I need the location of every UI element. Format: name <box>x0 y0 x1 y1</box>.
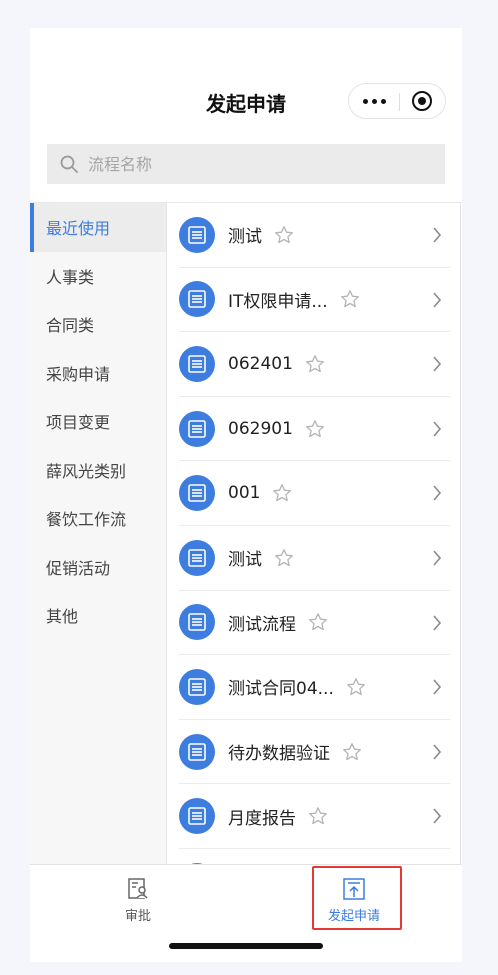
document-list-icon <box>179 216 215 253</box>
search-input[interactable] <box>88 154 408 174</box>
sidebar-item[interactable]: 合同类 <box>30 300 166 349</box>
sidebar-item[interactable]: 采购申请 <box>30 349 166 398</box>
document-list-icon <box>179 539 215 576</box>
document-list-icon <box>179 410 215 447</box>
category-sidebar: 最近使用人事类合同类采购申请项目变更薛风光类别餐饮工作流促销活动其他 <box>30 203 167 865</box>
document-list-icon <box>179 345 215 382</box>
approve-icon <box>128 878 148 899</box>
chevron-right-icon <box>433 679 442 695</box>
search-bar[interactable] <box>47 144 445 184</box>
star-icon[interactable] <box>274 225 294 245</box>
document-list-icon <box>179 733 215 770</box>
process-label: 待办数据验证 <box>228 744 330 765</box>
home-indicator <box>169 943 323 949</box>
close-target-icon[interactable] <box>412 91 432 111</box>
chevron-right-icon <box>433 485 442 501</box>
chevron-right-icon <box>433 227 442 243</box>
sidebar-item-label: 项目变更 <box>46 413 111 433</box>
process-row[interactable] <box>179 849 450 865</box>
process-label: 062401 <box>228 353 293 374</box>
sidebar-item-label: 薛风光类别 <box>46 461 127 481</box>
sidebar-item[interactable]: 项目变更 <box>30 397 166 446</box>
chevron-right-icon <box>433 550 442 566</box>
star-icon[interactable] <box>342 742 362 762</box>
sidebar-item[interactable]: 最近使用 <box>30 203 166 252</box>
sidebar-item-label: 其他 <box>46 607 79 627</box>
highlight-box <box>312 866 402 930</box>
process-list: 测试 IT权限申请... 062401 062901 001 测试测试流程测试合同04..… <box>167 203 461 865</box>
process-label: 测试合同04... <box>228 679 334 700</box>
sidebar-item[interactable]: 薛风光类别 <box>30 446 166 495</box>
sidebar-item[interactable]: 餐饮工作流 <box>30 494 166 543</box>
app-screen: 发起申请 最近使用人事类合同类采购申请项目变更薛风光类别餐饮工作流促销活动其他 … <box>30 28 462 962</box>
process-row[interactable]: 测试流程 <box>179 591 450 656</box>
star-icon[interactable] <box>272 483 292 503</box>
chevron-right-icon <box>433 421 442 437</box>
search-icon <box>60 155 78 173</box>
star-icon[interactable] <box>305 419 325 439</box>
star-icon[interactable] <box>308 612 328 632</box>
process-label: 月度报告 <box>228 808 296 829</box>
star-icon[interactable] <box>340 289 360 309</box>
capsule-divider <box>399 93 400 111</box>
document-list-icon <box>179 281 215 318</box>
tab-approve[interactable]: 审批 <box>63 865 213 925</box>
chevron-right-icon <box>433 615 442 631</box>
sidebar-item-label: 餐饮工作流 <box>46 510 127 530</box>
star-icon[interactable] <box>346 677 366 697</box>
tab-approve-label: 审批 <box>124 909 151 924</box>
chevron-right-icon <box>433 292 442 308</box>
chevron-right-icon <box>433 744 442 760</box>
process-row[interactable]: 测试 <box>179 203 450 268</box>
sidebar-item-label: 采购申请 <box>46 364 111 384</box>
sidebar-item[interactable]: 人事类 <box>30 252 166 301</box>
star-icon[interactable] <box>308 806 328 826</box>
document-list-icon <box>179 604 215 641</box>
document-list-icon <box>179 475 215 512</box>
sidebar-item[interactable]: 促销活动 <box>30 543 166 592</box>
process-label: 062901 <box>228 418 293 439</box>
sidebar-item-label: 最近使用 <box>46 219 111 239</box>
process-label: IT权限申请... <box>228 291 328 312</box>
document-list-icon <box>179 798 215 835</box>
process-label: 测试 <box>228 550 262 571</box>
chevron-right-icon <box>433 356 442 372</box>
star-icon[interactable] <box>274 548 294 568</box>
process-label: 测试流程 <box>228 614 296 635</box>
sidebar-item[interactable]: 其他 <box>30 591 166 640</box>
process-row[interactable]: 测试合同04... <box>179 655 450 720</box>
document-list-icon <box>179 668 215 705</box>
chevron-right-icon <box>433 808 442 824</box>
process-row[interactable]: 062901 <box>179 397 450 462</box>
sidebar-item-label: 合同类 <box>46 316 95 336</box>
process-row[interactable]: 测试 <box>179 526 450 591</box>
process-row[interactable]: IT权限申请... <box>179 268 450 333</box>
sidebar-item-label: 促销活动 <box>46 558 111 578</box>
process-row[interactable]: 待办数据验证 <box>179 720 450 785</box>
process-row[interactable]: 月度报告 <box>179 784 450 849</box>
nav-bar: 发起申请 <box>30 28 462 143</box>
process-row[interactable]: 062401 <box>179 332 450 397</box>
tab-bar: 审批 发起申请 <box>30 864 462 962</box>
process-label: 001 <box>228 483 261 504</box>
mini-program-capsule <box>348 83 446 119</box>
process-row[interactable]: 001 <box>179 461 450 526</box>
star-icon[interactable] <box>305 354 325 374</box>
sidebar-item-label: 人事类 <box>46 267 95 287</box>
process-label: 测试 <box>228 227 262 248</box>
more-icon[interactable] <box>349 84 399 118</box>
